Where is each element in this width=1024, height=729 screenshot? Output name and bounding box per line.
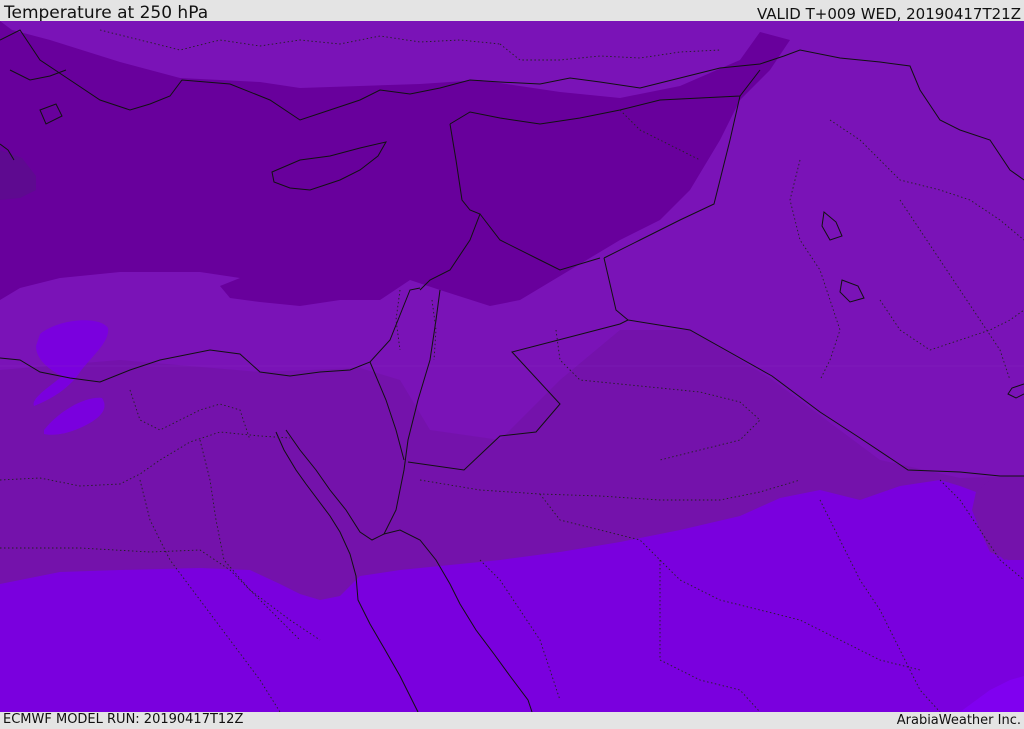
credit-label: ArabiaWeather Inc. xyxy=(896,713,1021,728)
footer-bar: ECMWF MODEL RUN: 20190417T12Z ArabiaWeat… xyxy=(0,712,1024,729)
temperature-map xyxy=(0,21,1024,712)
map-title: Temperature at 250 hPa xyxy=(4,3,209,23)
model-run-label: ECMWF MODEL RUN: 20190417T12Z xyxy=(3,712,244,727)
title-bar: Temperature at 250 hPa VALID T+009 WED, … xyxy=(0,0,1024,23)
map-svg xyxy=(0,21,1024,712)
weather-map-page: Temperature at 250 hPa VALID T+009 WED, … xyxy=(0,0,1024,729)
